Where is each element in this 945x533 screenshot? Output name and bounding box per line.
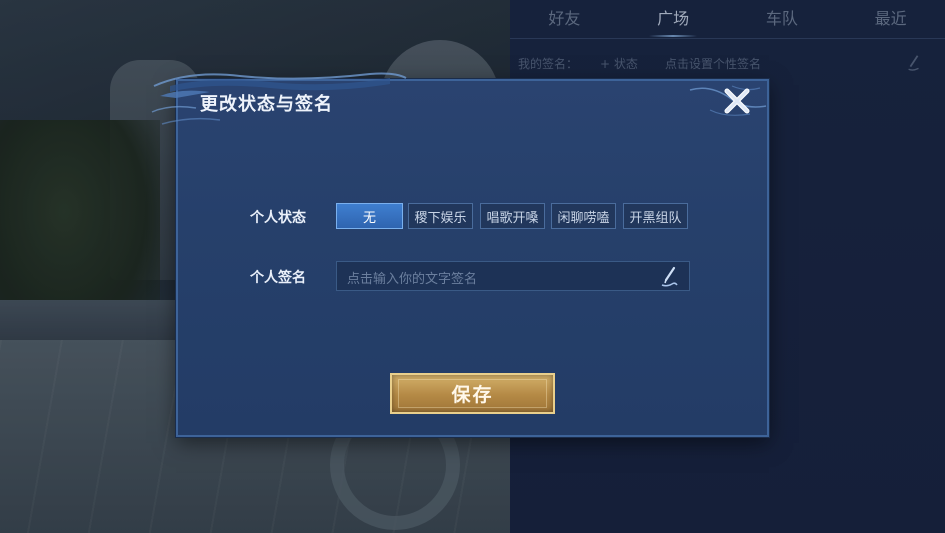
status-option-jixia-entertainment[interactable]: 稷下娱乐 bbox=[408, 203, 473, 229]
my-signature-label: 我的签名： bbox=[518, 57, 579, 71]
signature-placeholder-text[interactable]: 点击设置个性签名 bbox=[665, 55, 761, 72]
status-option-chatting[interactable]: 闲聊唠嗑 bbox=[551, 203, 616, 229]
edit-pen-icon[interactable] bbox=[905, 54, 923, 72]
friends-tabs: 好友 广场 车队 最近 bbox=[510, 0, 945, 39]
personal-status-label: 个人状态 bbox=[250, 210, 306, 226]
tab-team[interactable]: 车队 bbox=[728, 0, 836, 38]
tab-friends[interactable]: 好友 bbox=[510, 0, 618, 38]
status-option-team-play[interactable]: 开黑组队 bbox=[623, 203, 688, 229]
close-icon[interactable] bbox=[719, 84, 755, 120]
personal-signature-label: 个人签名 bbox=[250, 270, 306, 286]
save-button-label: 保存 bbox=[451, 384, 494, 406]
status-option-none[interactable]: 无 bbox=[336, 203, 403, 229]
my-signature-row: 我的签名： + 状态 点击设置个性签名 bbox=[510, 50, 945, 76]
save-button[interactable]: 保存 bbox=[390, 373, 555, 414]
tab-recent[interactable]: 最近 bbox=[837, 0, 945, 38]
signature-input-placeholder: 点击输入你的文字签名 bbox=[347, 272, 478, 287]
status-option-singing[interactable]: 唱歌开嗓 bbox=[480, 203, 545, 229]
tab-square[interactable]: 广场 bbox=[619, 0, 727, 38]
add-status-button[interactable]: + 状态 bbox=[600, 55, 638, 72]
signature-input[interactable]: 点击输入你的文字签名 bbox=[336, 261, 690, 291]
dialog-title: 更改状态与签名 bbox=[200, 94, 333, 115]
pen-icon[interactable] bbox=[659, 266, 681, 288]
